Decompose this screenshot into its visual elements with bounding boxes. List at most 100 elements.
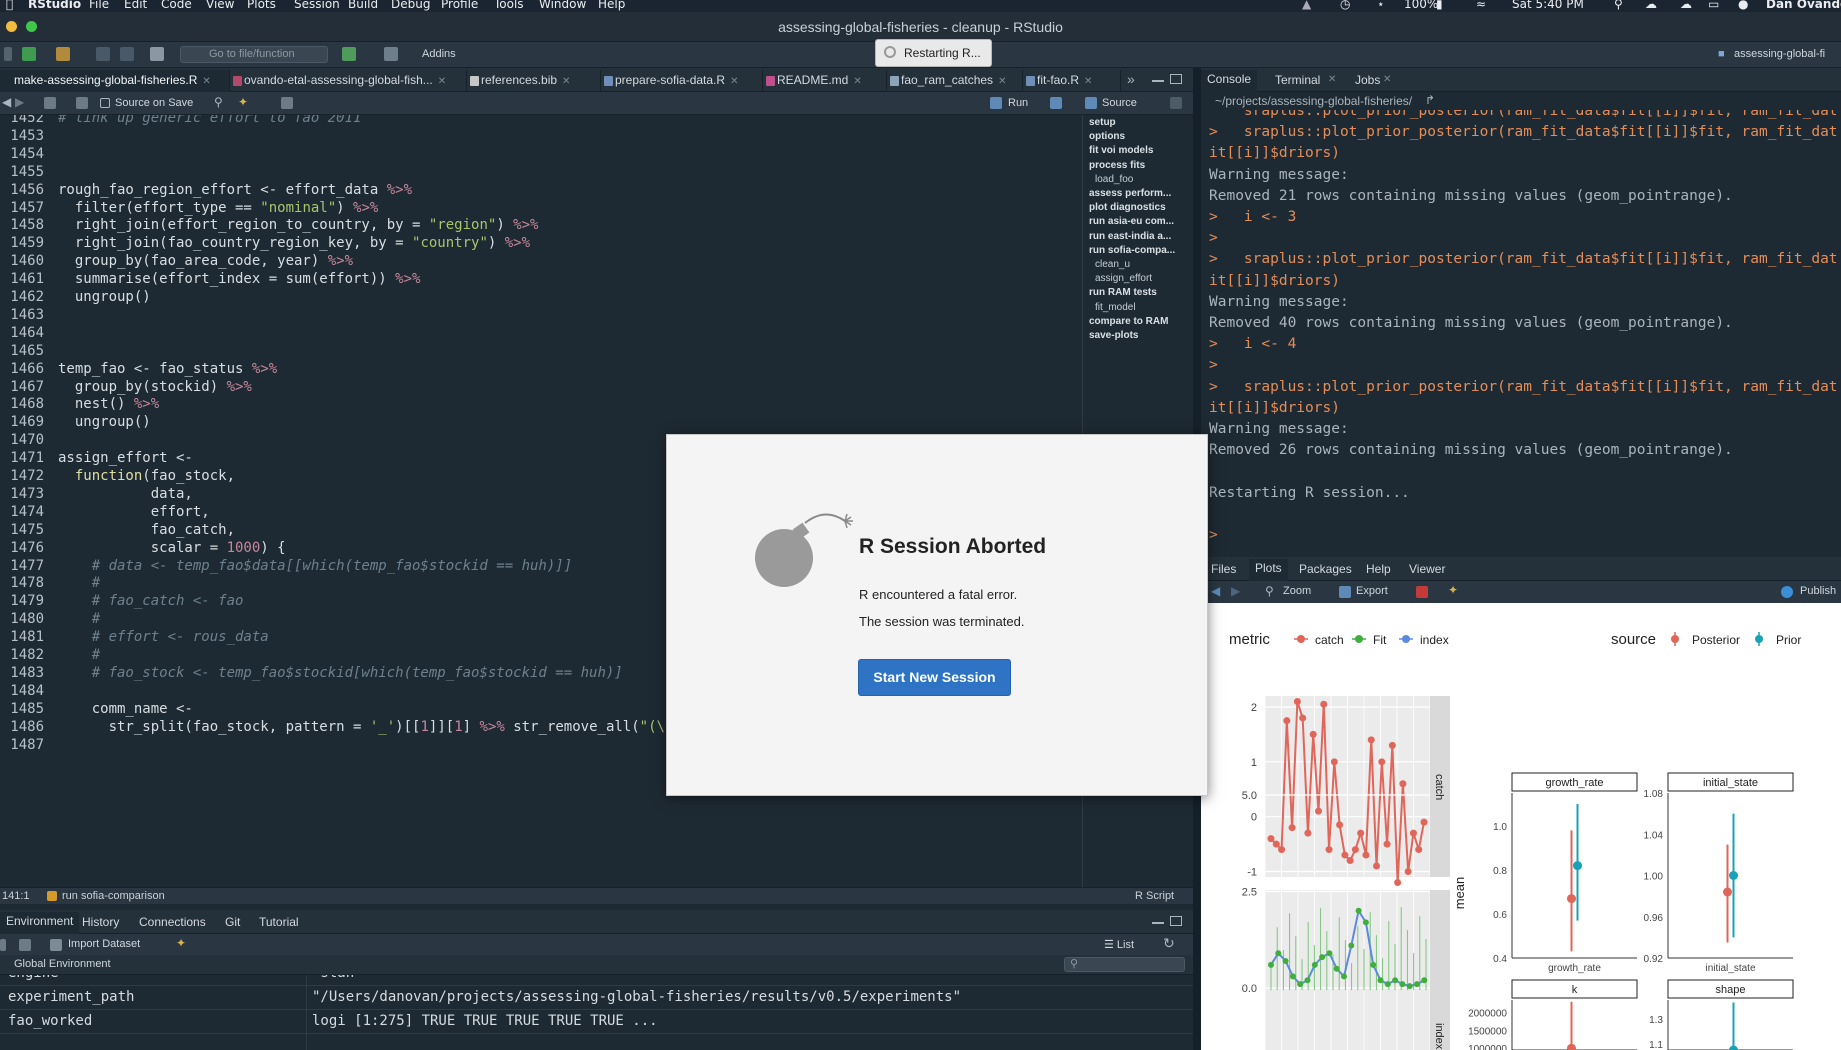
tab-help[interactable]: Help [1366, 562, 1391, 576]
tab-console[interactable]: Console [1201, 70, 1258, 92]
next-plot-icon[interactable]: ▶ [1231, 584, 1240, 598]
source-icon[interactable] [1085, 97, 1097, 109]
addins-menu[interactable]: Addins [422, 48, 456, 60]
line-number[interactable]: 1482 [0, 647, 44, 663]
load-workspace-icon[interactable] [0, 939, 6, 951]
line-number[interactable]: 1457 [0, 200, 44, 216]
project-icon[interactable]: ■ [1718, 48, 1725, 60]
tab-plots[interactable]: Plots [1249, 559, 1288, 581]
code-line[interactable]: # [58, 611, 100, 627]
tab-terminal[interactable]: Terminal [1275, 73, 1320, 87]
tab-viewer[interactable]: Viewer [1409, 562, 1445, 576]
menu-window[interactable]: Window [539, 0, 586, 11]
outline-item[interactable]: fit_model [1095, 302, 1136, 313]
run-button[interactable]: Run [1008, 97, 1028, 109]
line-number[interactable]: 1476 [0, 540, 44, 556]
save-workspace-icon[interactable] [19, 939, 31, 951]
outline-item[interactable]: run asia-eu com... [1089, 216, 1174, 227]
menu-edit[interactable]: Edit [124, 0, 147, 11]
clear-workspace-icon[interactable]: ✦ [176, 936, 186, 950]
outline-item[interactable]: compare to RAM [1089, 316, 1168, 327]
line-number[interactable]: 1480 [0, 611, 44, 627]
code-line[interactable]: # [58, 575, 100, 591]
code-line[interactable]: effort, [58, 504, 210, 520]
line-number[interactable]: 1483 [0, 665, 44, 681]
run-icon[interactable] [990, 97, 1002, 109]
outline-item[interactable]: load_foo [1095, 174, 1133, 185]
code-line[interactable]: # fao_stock <- temp_fao$stockid[which(te… [58, 665, 623, 681]
line-number[interactable]: 1479 [0, 593, 44, 609]
menu-plots[interactable]: Plots [247, 0, 276, 11]
previous-plot-icon[interactable]: ◀ [1211, 584, 1220, 598]
menu-file[interactable]: File [89, 0, 109, 11]
line-number[interactable]: 1454 [0, 146, 44, 162]
publish-icon[interactable] [1781, 586, 1793, 598]
tab-packages[interactable]: Packages [1299, 562, 1352, 576]
line-number[interactable]: 1472 [0, 468, 44, 484]
compile-report-icon[interactable] [281, 97, 293, 109]
workspace-panes-icon[interactable] [384, 47, 398, 61]
code-line[interactable]: data, [58, 486, 193, 502]
line-number[interactable]: 1474 [0, 504, 44, 520]
line-number[interactable]: 1466 [0, 361, 44, 377]
code-line[interactable]: temp_fao <- fao_status %>% [58, 361, 277, 377]
clock[interactable]: Sat 5:40 PM [1512, 0, 1584, 11]
zoom-icon[interactable]: ⚲ [1265, 584, 1274, 598]
tab-jobs[interactable]: Jobs [1355, 73, 1380, 87]
code-line[interactable]: comm_name <- [58, 701, 193, 717]
line-number[interactable]: 1462 [0, 289, 44, 305]
list-view-toggle[interactable]: ☰ List [1104, 938, 1134, 951]
tab-files[interactable]: Files [1211, 562, 1236, 576]
line-number[interactable]: 1467 [0, 379, 44, 395]
cloud-icon[interactable]: ☁ [1645, 0, 1657, 11]
code-line[interactable]: fao_catch, [58, 522, 235, 538]
close-icon[interactable]: ✕ [730, 76, 738, 87]
line-number[interactable]: 1464 [0, 325, 44, 341]
close-icon[interactable]: ✕ [562, 76, 570, 87]
menu-session[interactable]: Session [294, 0, 340, 11]
outline-item[interactable]: options [1089, 131, 1125, 142]
code-line[interactable]: filter(effort_type == "nominal") %>% [58, 200, 378, 216]
import-dataset-icon[interactable] [50, 939, 62, 951]
close-terminal-icon[interactable]: ✕ [1328, 74, 1336, 85]
source-on-save-checkbox[interactable] [100, 98, 110, 108]
line-number[interactable]: 1468 [0, 396, 44, 412]
wifi-icon[interactable]: ≈ [1476, 0, 1486, 11]
save-icon[interactable] [76, 97, 88, 109]
remove-plot-icon[interactable] [1416, 586, 1428, 598]
outline-item[interactable]: save-plots [1089, 330, 1138, 341]
line-number[interactable]: 1469 [0, 414, 44, 430]
line-number[interactable]: 1461 [0, 271, 44, 287]
spotlight-icon[interactable]: ⚲ [1614, 0, 1623, 11]
code-line[interactable]: # [58, 647, 100, 663]
new-file-icon[interactable] [22, 47, 36, 61]
code-line[interactable]: # fao_catch <- fao [58, 593, 244, 609]
code-line[interactable]: scalar = 1000) { [58, 540, 286, 556]
line-number[interactable]: 1485 [0, 701, 44, 717]
code-line[interactable]: str_split(fao_stock, pattern = '_')[[1]]… [58, 719, 741, 735]
global-environment-dropdown[interactable]: Global Environment [14, 958, 111, 970]
outline-item[interactable]: assess perform... [1089, 188, 1171, 199]
line-number[interactable]: 1453 [0, 128, 44, 144]
line-number[interactable]: 1455 [0, 164, 44, 180]
menu-view[interactable]: View [206, 0, 234, 11]
outline-item[interactable]: process fits [1089, 160, 1145, 171]
tab-environment[interactable]: Environment [0, 912, 80, 934]
line-number[interactable]: 1478 [0, 575, 44, 591]
outline-item[interactable]: run sofia-compa... [1089, 245, 1175, 256]
display-icon[interactable]: ▭ [1708, 0, 1719, 11]
outline-item[interactable]: clean_u [1095, 259, 1130, 270]
import-dataset-button[interactable]: Import Dataset [68, 938, 140, 950]
export-icon[interactable] [1339, 586, 1351, 598]
code-line[interactable]: right_join(effort_region_to_country, by … [58, 217, 539, 233]
code-line[interactable]: nest() %>% [58, 396, 159, 412]
publish-button[interactable]: Publish [1800, 585, 1836, 597]
print-icon[interactable] [150, 47, 164, 61]
volume-icon[interactable]: ▲ [1302, 0, 1311, 11]
close-icon[interactable]: ✕ [853, 76, 861, 87]
battery-percent[interactable]: 100% [1404, 0, 1438, 11]
current-section[interactable]: run sofia-comparison [62, 890, 165, 902]
apple-icon[interactable]:  [6, 0, 18, 11]
tab-tutorial[interactable]: Tutorial [259, 915, 299, 929]
minimize-pane-icon[interactable] [1152, 918, 1164, 924]
